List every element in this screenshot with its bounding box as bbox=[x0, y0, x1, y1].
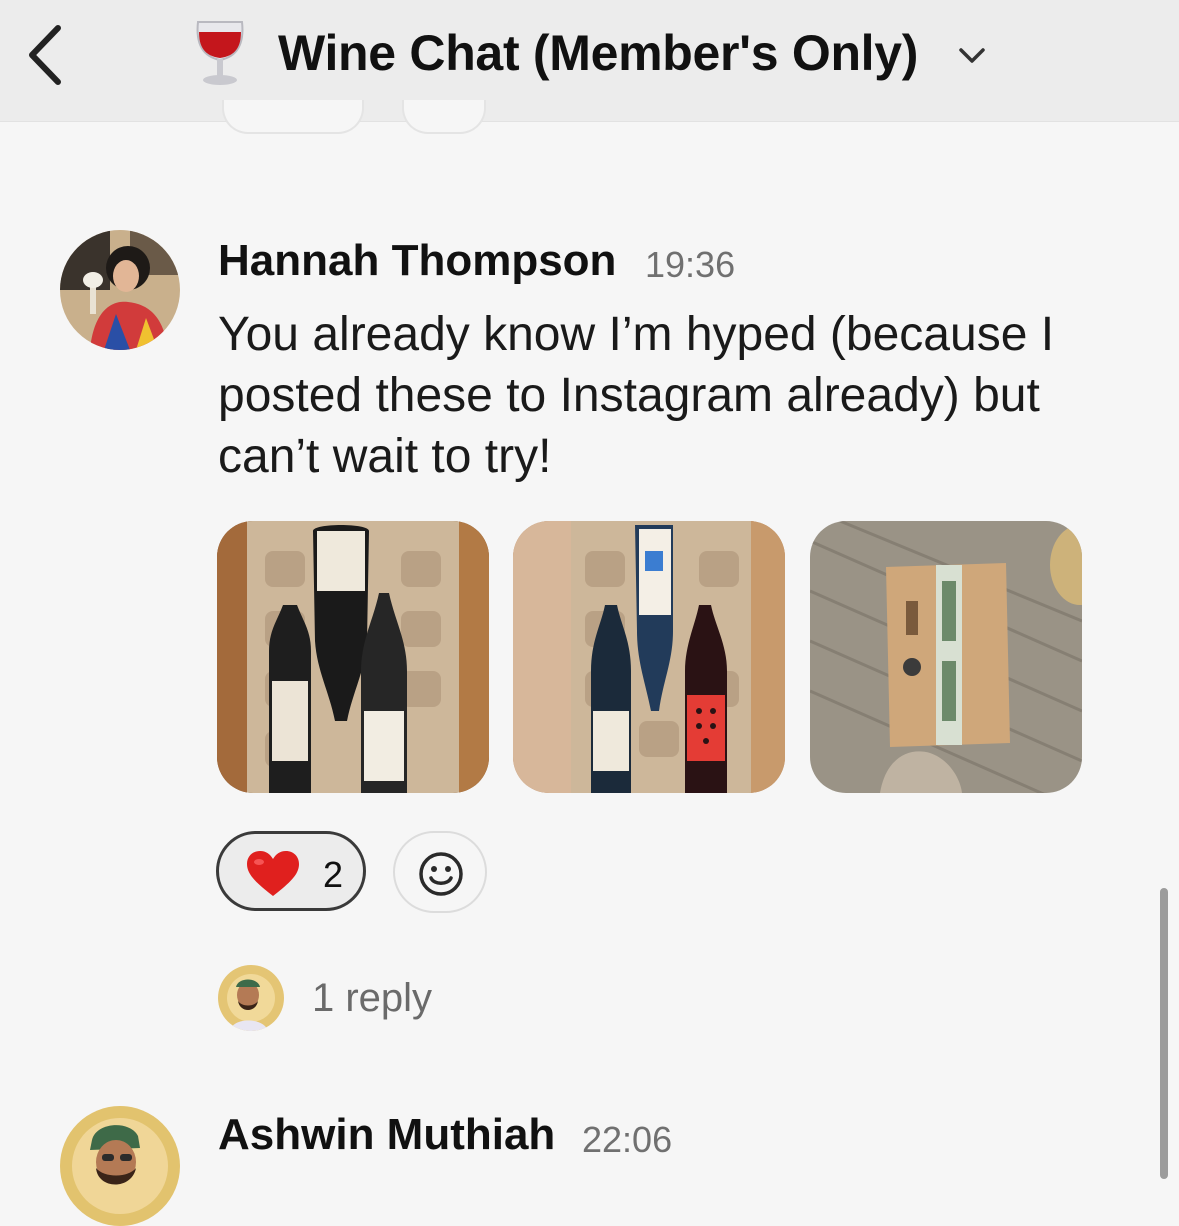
attachment-image[interactable] bbox=[217, 521, 489, 793]
attachment-image[interactable] bbox=[810, 521, 1082, 793]
scrollbar[interactable] bbox=[1160, 888, 1168, 1179]
avatar[interactable] bbox=[60, 230, 180, 350]
smiley-icon bbox=[419, 852, 463, 896]
add-reaction-button[interactable] bbox=[393, 831, 487, 913]
wine-glass-icon bbox=[196, 21, 244, 85]
chevron-down-icon[interactable] bbox=[955, 38, 989, 72]
heart-reaction-button[interactable]: 2 bbox=[216, 831, 366, 911]
message-text: You already know I’m hyped (because I po… bbox=[218, 308, 1055, 483]
message-author[interactable]: Hannah Thompson bbox=[218, 236, 616, 286]
message-timestamp: 19:36 bbox=[645, 244, 736, 285]
previous-reaction-pill[interactable] bbox=[222, 100, 364, 134]
reaction-count: 2 bbox=[323, 854, 344, 895]
reply-avatar bbox=[218, 965, 284, 1031]
previous-add-reaction-pill[interactable] bbox=[402, 100, 486, 134]
channel-title[interactable]: Wine Chat (Member's Only) bbox=[278, 24, 918, 82]
attachment-image[interactable] bbox=[513, 521, 785, 793]
message-timestamp: 22:06 bbox=[582, 1119, 673, 1160]
heart-icon bbox=[247, 851, 299, 896]
thread-replies-link[interactable]: 1 reply bbox=[312, 976, 432, 1021]
message-author[interactable]: Ashwin Muthiah bbox=[218, 1110, 555, 1160]
channel-header: Wine Chat (Member's Only) bbox=[0, 0, 1179, 122]
back-chevron-icon[interactable] bbox=[22, 22, 72, 88]
avatar[interactable] bbox=[60, 1106, 180, 1226]
